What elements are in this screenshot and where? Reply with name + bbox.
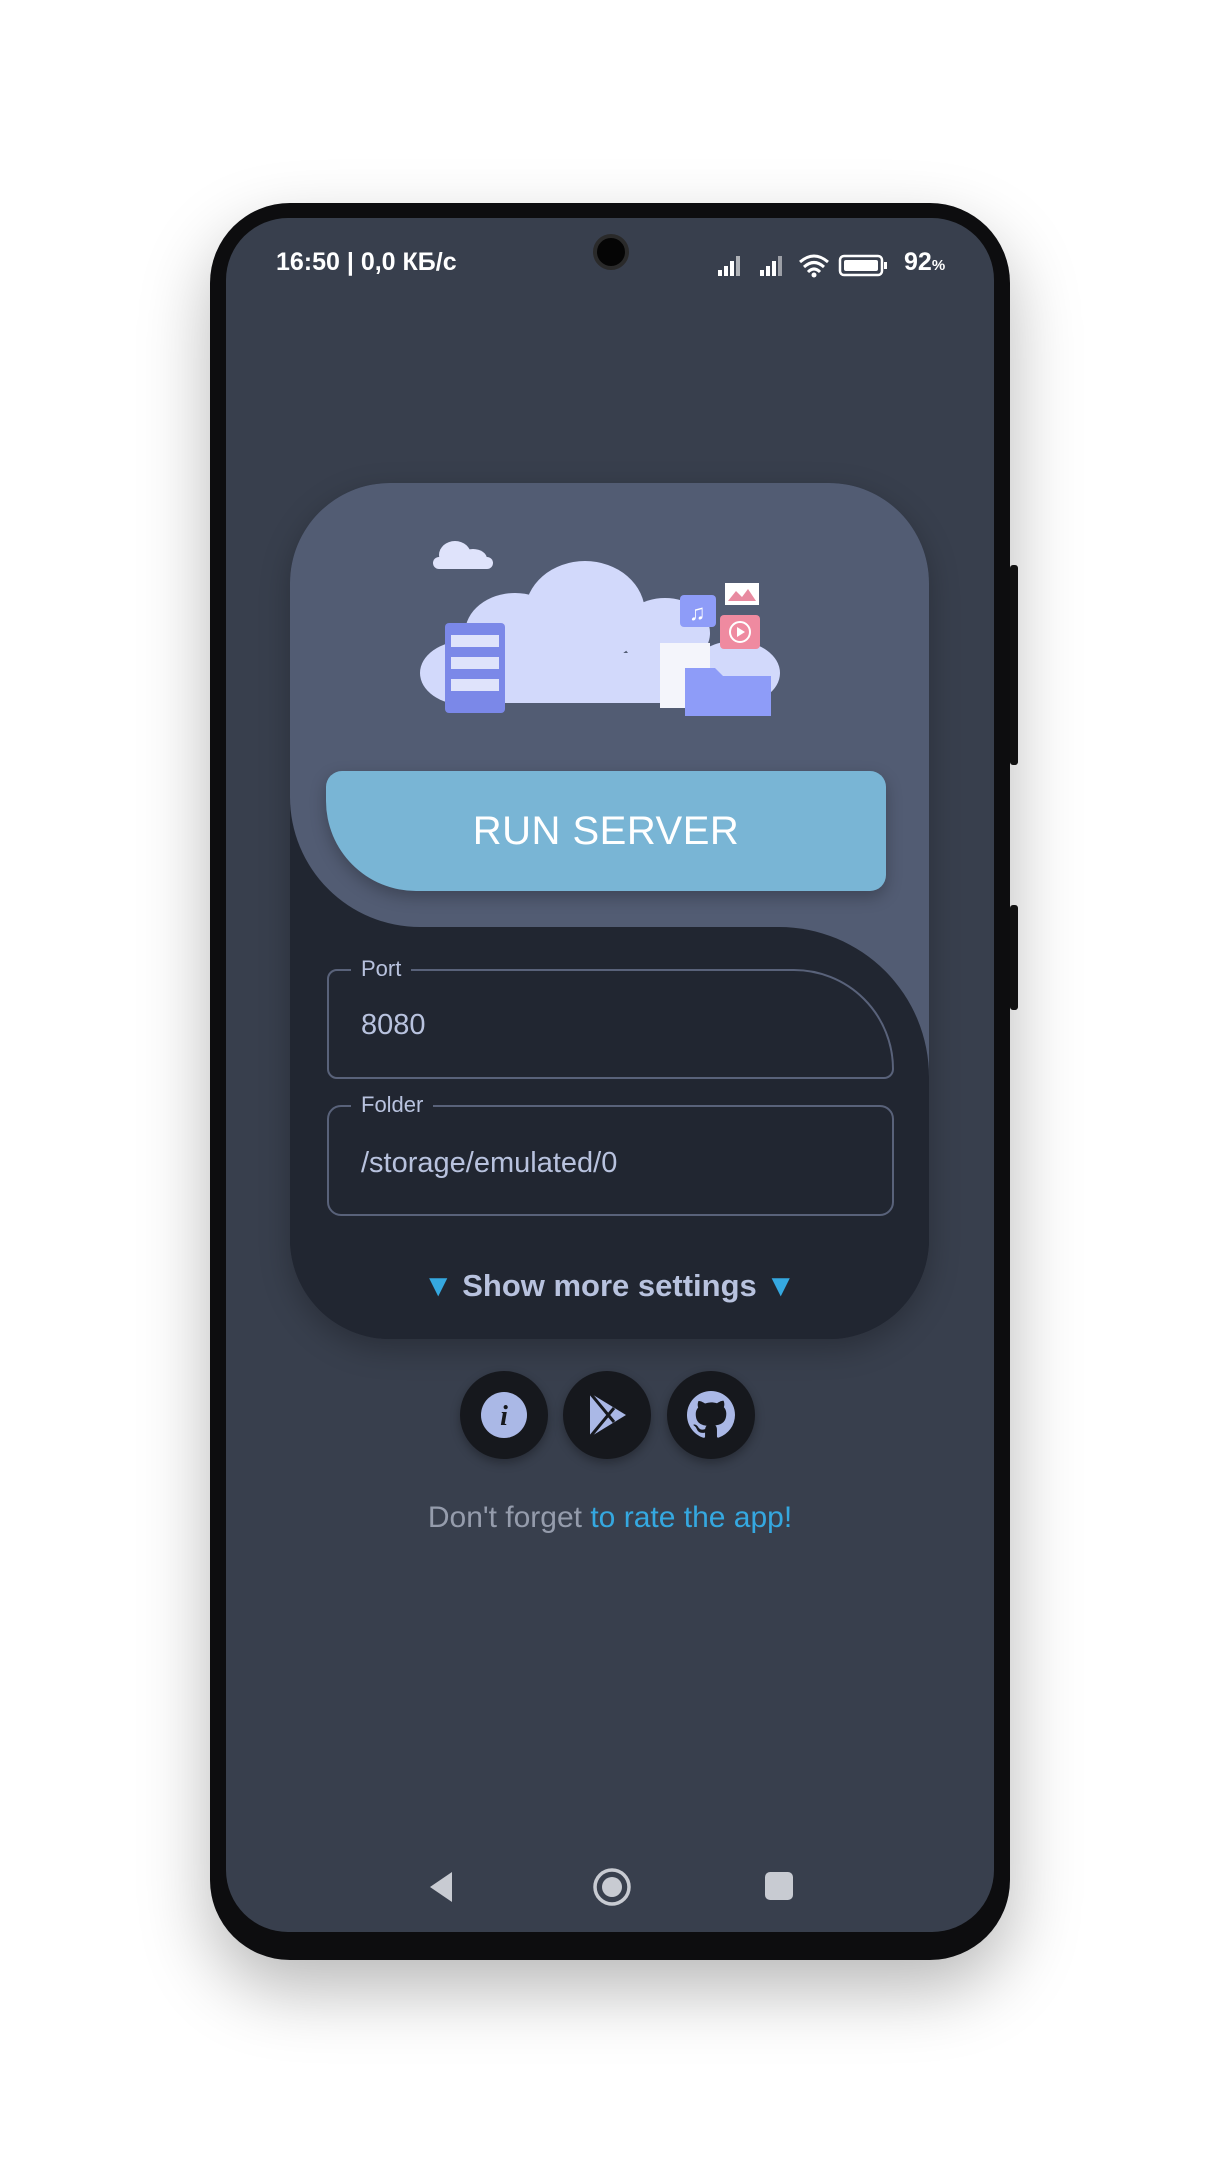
arrow-down-icon: ▼ — [765, 1268, 797, 1303]
show-more-settings-toggle[interactable]: ▼ Show more settings ▼ — [290, 1268, 929, 1304]
power-button — [1010, 905, 1018, 1010]
home-button[interactable] — [592, 1867, 632, 1907]
info-button[interactable]: i — [460, 1371, 548, 1459]
port-label: Port — [351, 956, 412, 982]
screen: 16:50 | 0,0 КБ/с 92% ♫ RUN SERVER Port 8… — [226, 218, 994, 1932]
svg-text:i: i — [500, 1401, 508, 1432]
rate-app-link[interactable]: to rate the app! — [590, 1501, 792, 1534]
folder-label: Folder — [351, 1092, 434, 1118]
rate-prompt-text: Don't forget — [427, 1501, 582, 1534]
show-more-label: Show more settings — [462, 1268, 757, 1303]
folder-field[interactable]: Folder /storage/emulated/0 — [327, 1092, 894, 1216]
port-input[interactable]: 8080 — [361, 1009, 426, 1042]
folder-input[interactable]: /storage/emulated/0 — [361, 1147, 617, 1180]
github-icon — [687, 1391, 735, 1438]
port-field[interactable]: Port 8080 — [327, 956, 894, 1079]
google-play-icon — [588, 1392, 626, 1438]
front-camera — [593, 234, 629, 270]
volume-button — [1010, 565, 1018, 765]
battery-unit: % — [931, 257, 946, 274]
info-icon: i — [481, 1392, 527, 1438]
run-server-button[interactable]: RUN SERVER — [326, 771, 886, 891]
arrow-down-icon: ▼ — [422, 1268, 454, 1303]
rate-prompt: Don't forget to rate the app! — [226, 1501, 994, 1535]
recents-button[interactable] — [764, 1871, 794, 1901]
signal-wifi-battery-icons — [718, 254, 887, 278]
server-card: ♫ RUN SERVER Port 8080 Folder /storage/e… — [290, 483, 929, 1339]
google-play-button[interactable] — [563, 1371, 651, 1459]
back-button[interactable] — [426, 1870, 456, 1904]
cloud-server-illustration: ♫ — [420, 541, 780, 716]
battery-level: 92 — [904, 248, 932, 276]
svg-text:♫: ♫ — [689, 600, 706, 625]
github-button[interactable] — [667, 1371, 755, 1459]
status-time: 16:50 | 0,0 КБ/с — [276, 248, 457, 276]
